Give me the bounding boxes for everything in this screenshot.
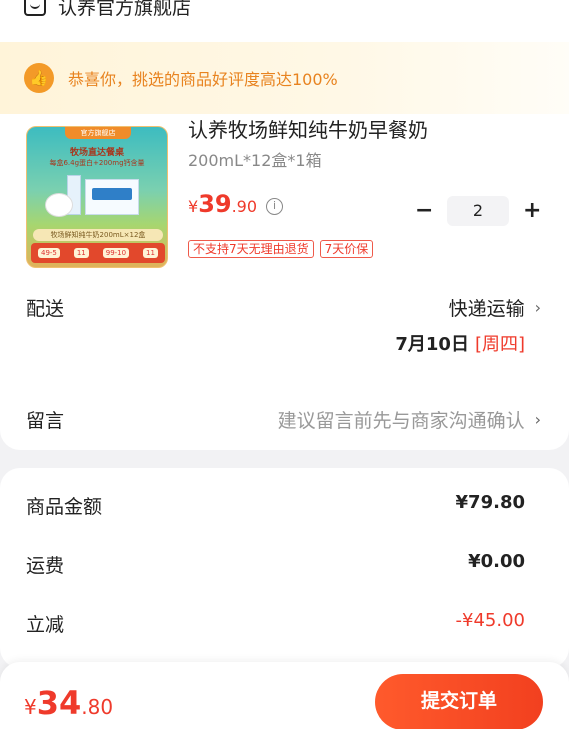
increase-button[interactable]: + bbox=[523, 200, 541, 222]
price-integer: 39 bbox=[198, 190, 232, 218]
cow-graphic bbox=[45, 193, 73, 217]
delivery-method-text: 快递运输 bbox=[448, 298, 525, 320]
order-card: 👍 恭喜你，挑选的商品好评度高达100% 官方旗舰店 牧场直达餐桌 每盒6.4g… bbox=[0, 26, 569, 450]
total-integer: 34 bbox=[36, 684, 82, 722]
total-decimal: .80 bbox=[81, 695, 114, 719]
tag-no-return: 不支持7天无理由退货 bbox=[188, 240, 314, 258]
quantity-stepper: − 2 + bbox=[415, 196, 541, 226]
praise-banner: 👍 恭喜你，挑选的商品好评度高达100% bbox=[0, 42, 569, 114]
shop-icon bbox=[24, 0, 46, 16]
image-subtitle: 每盒6.4g蛋白+200mg钙含量 bbox=[49, 159, 145, 167]
checkout-bar: ¥34.80 提交订单 bbox=[0, 662, 569, 729]
shipping-label: 运费 bbox=[26, 555, 65, 577]
product-title[interactable]: 认养牧场鲜知纯牛奶早餐奶 bbox=[188, 114, 428, 143]
summary-card: 商品金额 ¥79.80 运费 ¥0.00 立减 -¥45.00 bbox=[0, 468, 569, 668]
price-symbol: ¥ bbox=[188, 197, 199, 216]
delivery-date-text: 7月10日 bbox=[395, 334, 469, 355]
shipping-value: ¥0.00 bbox=[468, 551, 525, 572]
message-input[interactable]: 建议留言前先与商家沟通确认 › bbox=[278, 406, 541, 433]
banner-text: 恭喜你，挑选的商品好评度高达100% bbox=[68, 70, 338, 89]
delivery-label: 配送 bbox=[26, 298, 65, 320]
promo-4: 11 bbox=[143, 248, 158, 258]
message-label: 留言 bbox=[26, 410, 65, 432]
thumbs-up-icon: 👍 bbox=[24, 63, 54, 93]
promo-1: 49-5 bbox=[37, 248, 60, 258]
delivery-weekday: [周四] bbox=[474, 334, 525, 355]
store-header[interactable]: 认养官方旗舰店 bbox=[0, 0, 569, 26]
image-title: 牧场直达餐桌 bbox=[69, 148, 124, 158]
tag-price-protect: 7天价保 bbox=[319, 240, 374, 258]
quantity-input[interactable]: 2 bbox=[447, 196, 509, 226]
message-placeholder: 建议留言前先与商家沟通确认 bbox=[277, 410, 525, 432]
product-spec[interactable]: 200mL*12盒*1箱 bbox=[188, 147, 322, 171]
product-image[interactable]: 官方旗舰店 牧场直达餐桌 每盒6.4g蛋白+200mg钙含量 牧场鲜知纯牛奶20… bbox=[26, 126, 168, 268]
image-strip: 牧场鲜知纯牛奶200mL×12盒 bbox=[33, 229, 163, 241]
delivery-method: 快递运输 › bbox=[449, 294, 541, 321]
shipping-row: 运费 ¥0.00 bbox=[26, 551, 525, 578]
promo-2: 11 bbox=[73, 248, 89, 258]
discount-value: -¥45.00 bbox=[455, 610, 525, 631]
submit-order-button[interactable]: 提交订单 bbox=[375, 674, 543, 729]
total-price: ¥34.80 bbox=[24, 684, 113, 722]
promo-3: 99-10 bbox=[102, 248, 130, 258]
product-price: ¥39.90 bbox=[188, 190, 257, 218]
chevron-right-icon: › bbox=[534, 298, 541, 317]
discount-row: 立减 -¥45.00 bbox=[26, 610, 525, 637]
message-row[interactable]: 留言 建议留言前先与商家沟通确认 › bbox=[26, 406, 541, 433]
goods-amount-label: 商品金额 bbox=[26, 496, 103, 518]
product-item: 官方旗舰店 牧场直达餐桌 每盒6.4g蛋白+200mg钙含量 牧场鲜知纯牛奶20… bbox=[0, 114, 569, 268]
product-tags: 不支持7天无理由退货 7天价保 bbox=[188, 240, 374, 258]
price-decimal: .90 bbox=[231, 197, 258, 216]
delivery-row[interactable]: 配送 快递运输 › bbox=[26, 294, 541, 321]
goods-amount-row: 商品金额 ¥79.80 bbox=[26, 492, 525, 519]
image-promo: 49-5 11 99-10 11 bbox=[31, 243, 165, 263]
image-badge: 官方旗舰店 bbox=[65, 127, 131, 139]
chevron-right-icon: › bbox=[534, 410, 541, 429]
milk-box-graphic bbox=[85, 179, 139, 215]
decrease-button[interactable]: − bbox=[415, 200, 433, 222]
store-name: 认养官方旗舰店 bbox=[58, 0, 192, 19]
delivery-date: 7月10日 [周四] bbox=[395, 330, 525, 356]
discount-label: 立减 bbox=[26, 614, 65, 636]
goods-amount-value: ¥79.80 bbox=[455, 492, 525, 513]
info-icon[interactable]: i bbox=[266, 198, 283, 215]
total-symbol: ¥ bbox=[24, 695, 37, 719]
